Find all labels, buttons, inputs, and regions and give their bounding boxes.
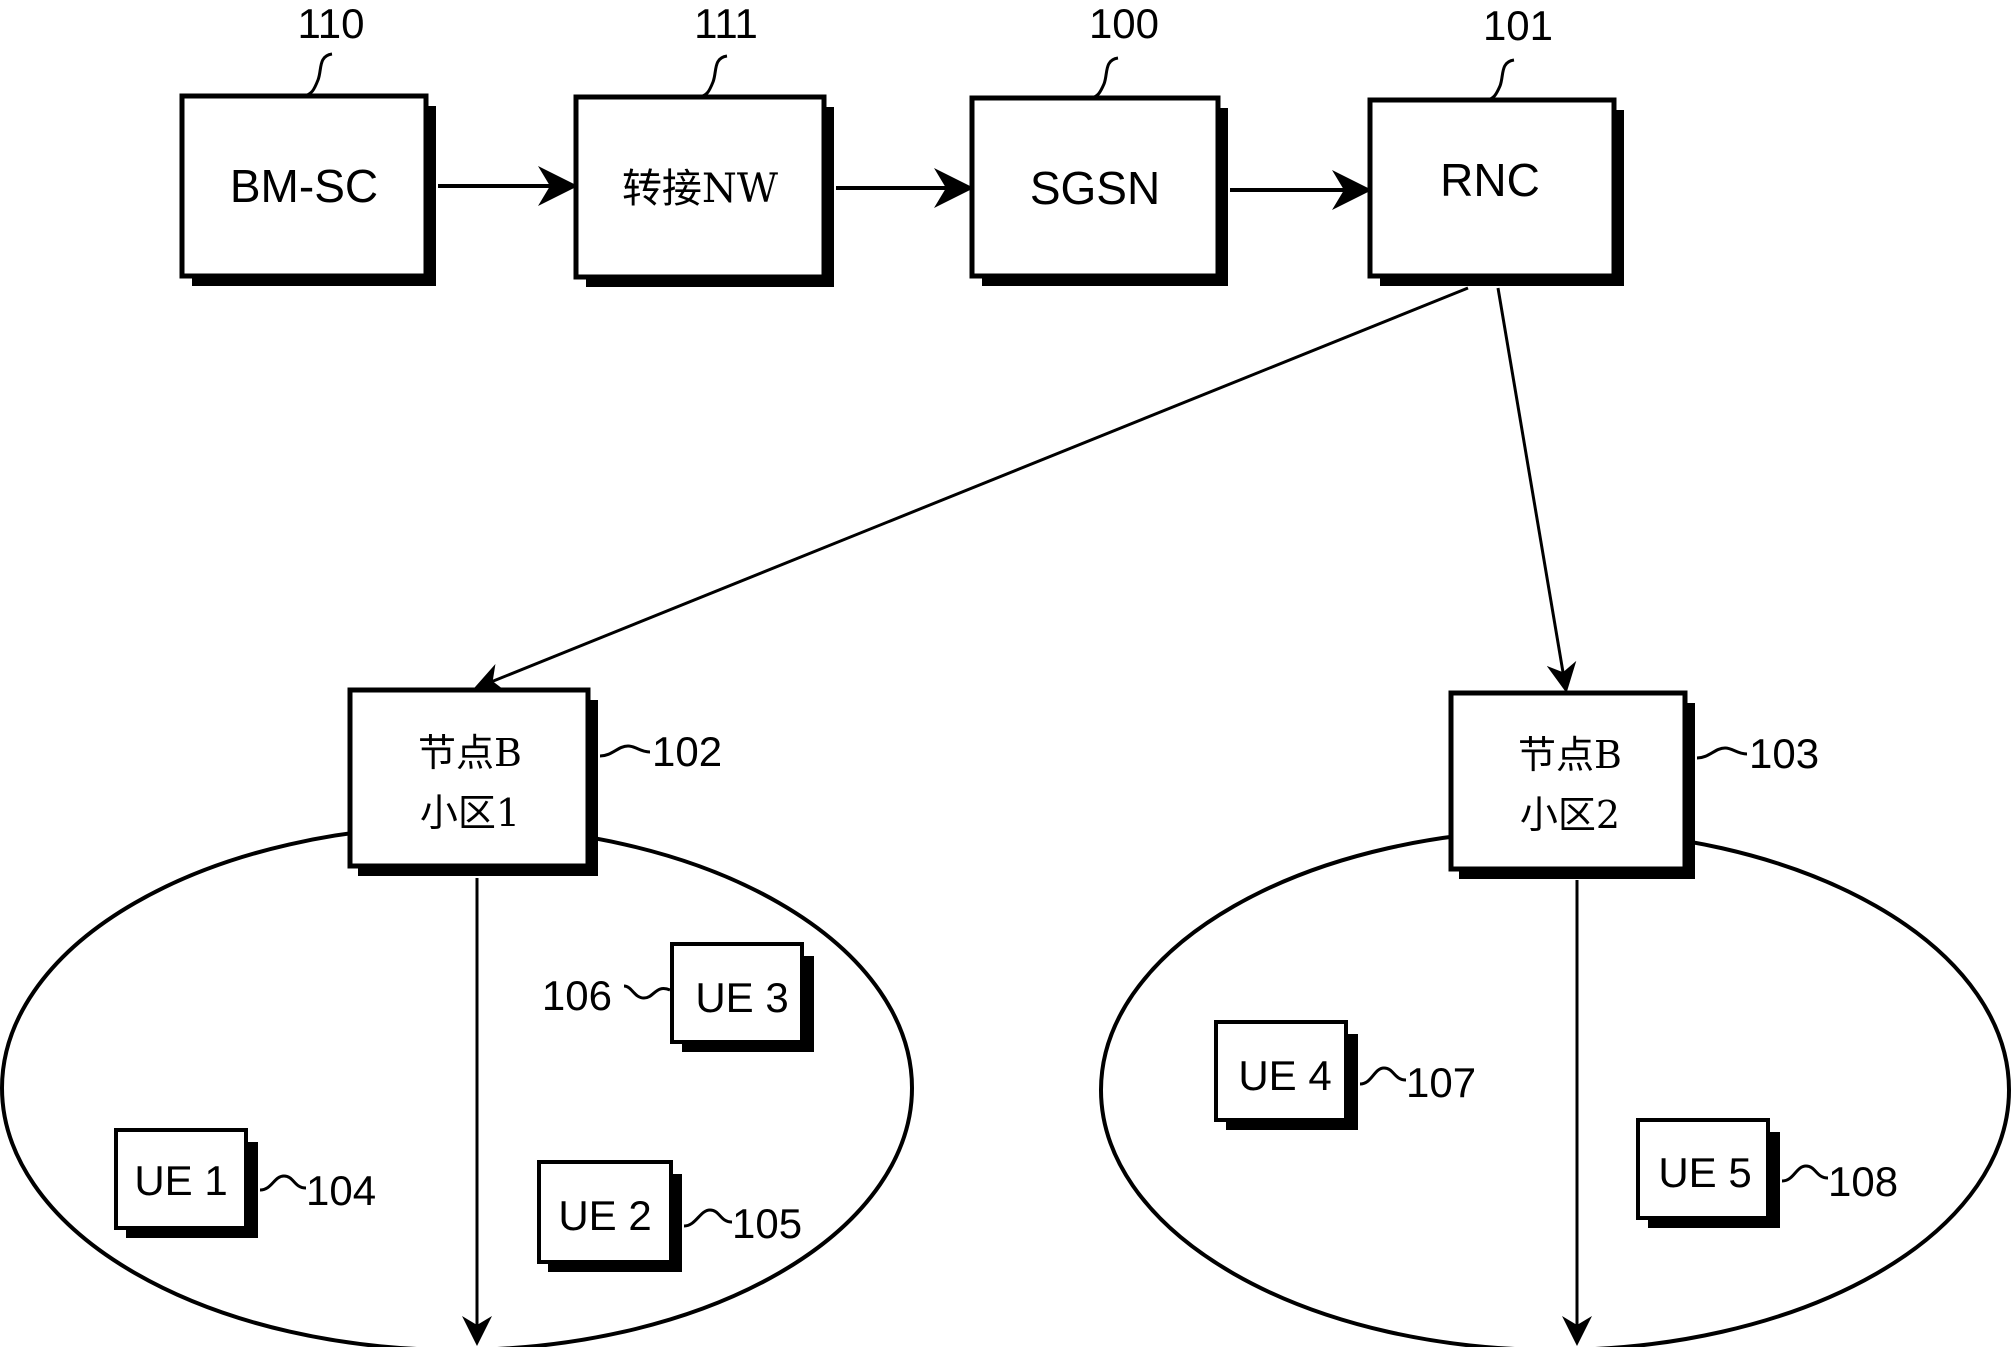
nodeb1-line2: 小区1	[420, 791, 520, 835]
leader-103	[1696, 746, 1748, 760]
ref-107: 107	[1406, 1059, 1476, 1106]
ue-2-label: UE 2	[558, 1192, 651, 1239]
ref-106: 106	[542, 972, 612, 1019]
nodeb2-line2: 小区2	[1520, 793, 1620, 837]
ref-108: 108	[1828, 1158, 1898, 1205]
ue-4: UE 4	[1214, 1020, 1358, 1130]
leader-101	[1487, 58, 1515, 102]
ue-5: UE 5	[1636, 1118, 1780, 1228]
ue-1: UE 1	[114, 1128, 258, 1238]
box-nodeb-cell1: 节点B 小区1	[347, 687, 598, 876]
leader-100	[1091, 56, 1119, 100]
network-diagram: BM-SC 转接NW SGSN RNC 110 111 100 101 节点B …	[0, 0, 2011, 1347]
cell-1-coverage	[0, 824, 914, 1347]
ue-2: UE 2	[537, 1160, 682, 1272]
ref-105: 105	[732, 1200, 802, 1247]
box-bm-sc: BM-SC	[179, 93, 436, 286]
leader-111	[699, 54, 728, 99]
leader-102	[599, 744, 651, 758]
box-nodeb-cell2: 节点B 小区2	[1448, 690, 1695, 879]
ue-4-label: UE 4	[1238, 1052, 1331, 1099]
nodeb1-line1: 节点B	[418, 731, 522, 775]
leader-108	[1781, 1164, 1829, 1183]
leader-110	[303, 52, 333, 98]
arrow-rnc-to-nodeb2	[1496, 287, 1577, 693]
box-sgsn: SGSN	[969, 95, 1228, 286]
ref-101: 101	[1483, 2, 1553, 49]
leader-104	[259, 1174, 307, 1192]
ref-104: 104	[306, 1167, 376, 1214]
box-transit-nw-label: 转接NW	[622, 166, 778, 212]
ref-102: 102	[652, 728, 722, 775]
box-sgsn-label: SGSN	[1030, 162, 1160, 214]
box-rnc-label: RNC	[1440, 154, 1540, 206]
leader-105	[683, 1208, 733, 1228]
leader-107	[1359, 1066, 1407, 1086]
ref-111: 111	[694, 0, 758, 47]
ue-5-label: UE 5	[1658, 1149, 1751, 1196]
ue-3-label: UE 3	[695, 974, 788, 1021]
box-rnc: RNC	[1367, 97, 1624, 286]
ue-1-label: UE 1	[134, 1157, 227, 1204]
leader-106	[623, 984, 671, 1000]
nodeb2-line1: 节点B	[1518, 733, 1622, 777]
ref-110: 110	[298, 0, 365, 47]
box-bm-sc-label: BM-SC	[230, 160, 378, 212]
arrow-rnc-to-nodeb1	[473, 286, 1469, 692]
box-transit-nw: 转接NW	[573, 94, 834, 287]
ue-3: UE 3	[670, 942, 814, 1052]
ref-103: 103	[1749, 730, 1819, 777]
ref-100: 100	[1089, 0, 1159, 47]
